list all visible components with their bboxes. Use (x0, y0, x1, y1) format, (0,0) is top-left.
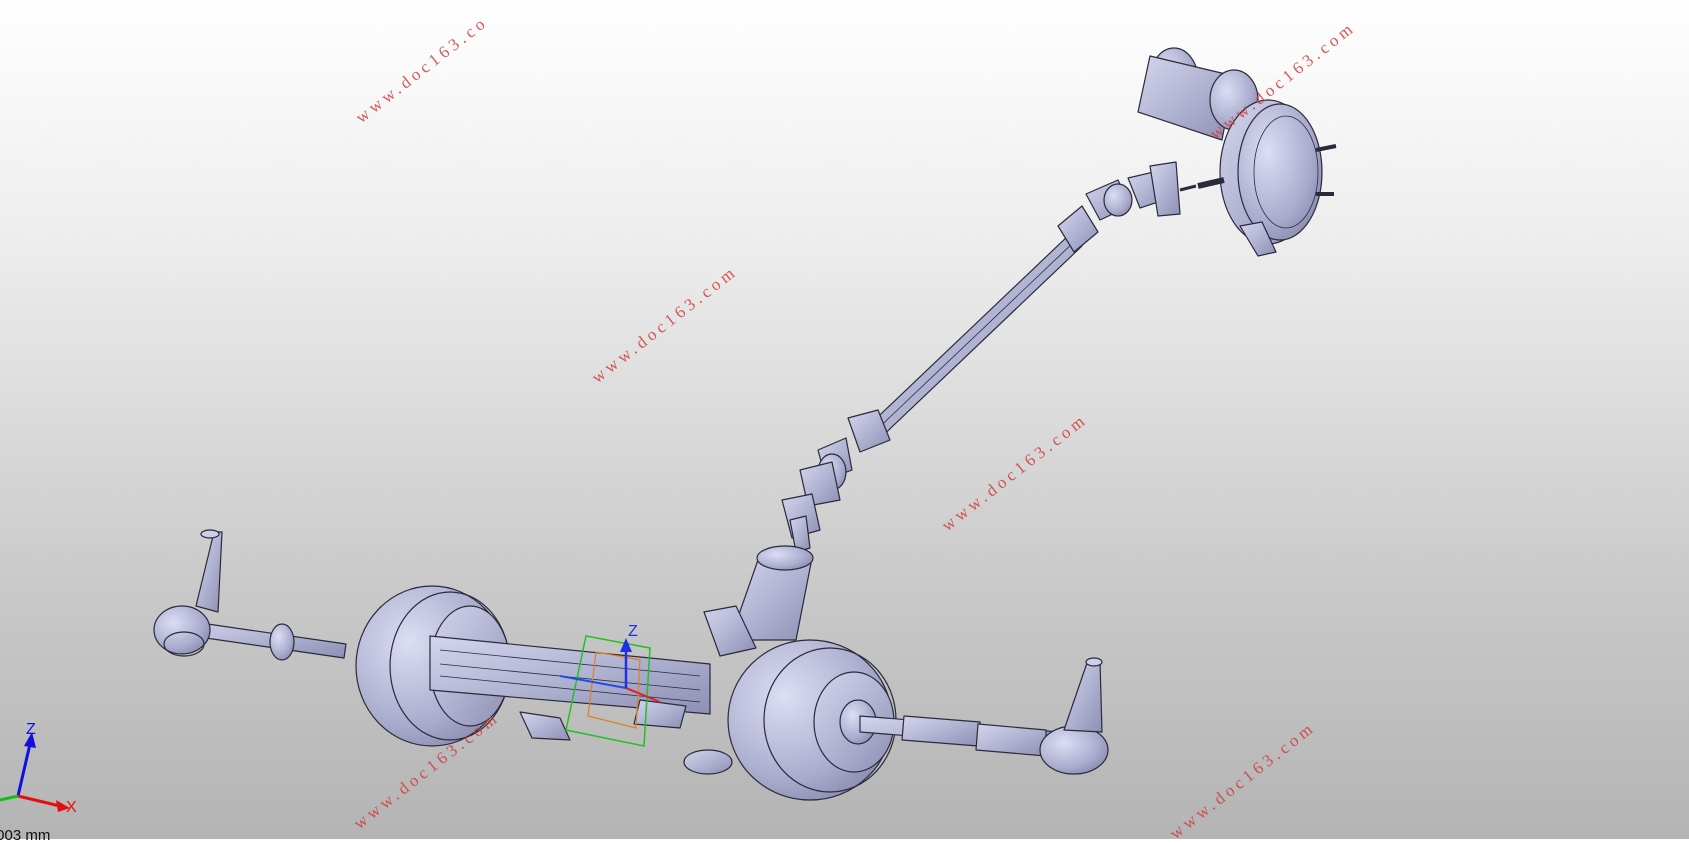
steering-column-housing (1137, 47, 1337, 257)
right-tie-rod (859, 657, 1109, 775)
pinion-housing (703, 545, 814, 657)
steering-assembly-model[interactable]: Z (0, 0, 1689, 839)
steering-column-shaft (861, 233, 1083, 445)
compass-x-label: X (66, 799, 77, 816)
axis-compass[interactable]: Z X (0, 720, 90, 830)
lower-universal-joint (781, 409, 891, 563)
compass-z-label: Z (26, 721, 36, 738)
left-tie-rod (153, 529, 347, 661)
scale-readout: .003 mm (0, 827, 51, 844)
upper-universal-joint (1057, 161, 1197, 253)
gizmo-z-label: Z (628, 623, 638, 640)
3d-viewport[interactable]: Z www.doc163.co www.doc163.com www.doc16… (0, 0, 1689, 844)
